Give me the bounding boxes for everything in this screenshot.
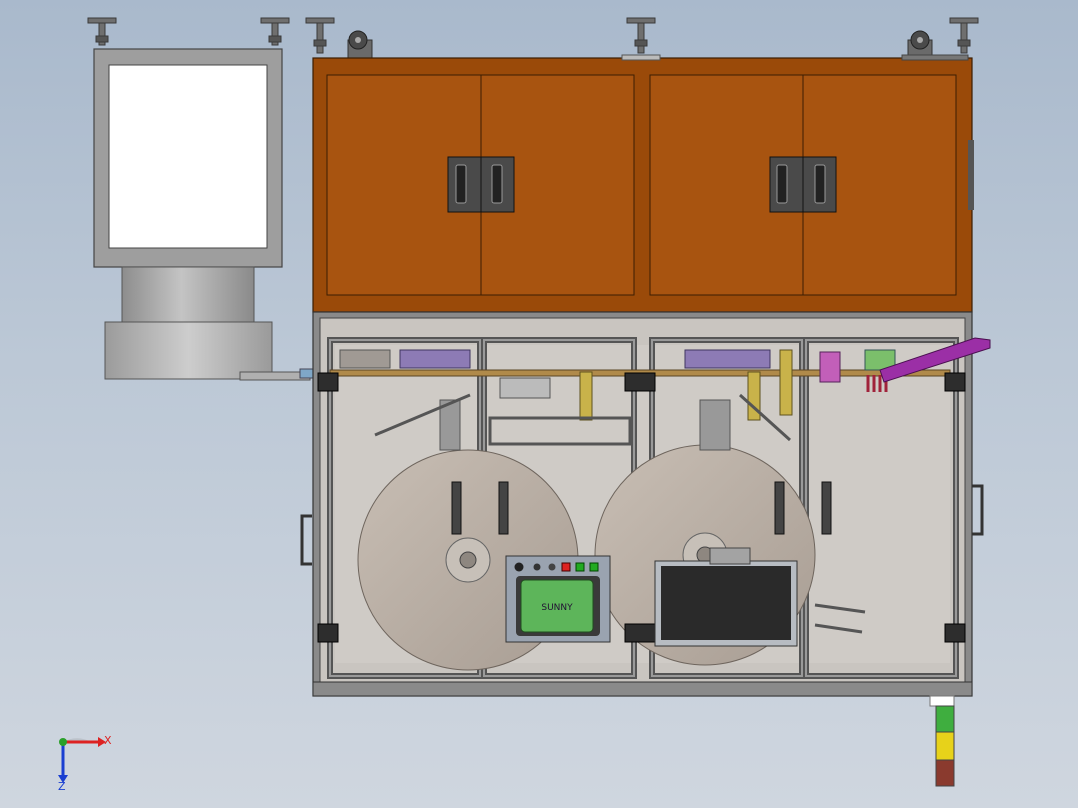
hinge-icon bbox=[624, 623, 656, 643]
upper-cabinet bbox=[312, 54, 974, 313]
start-button[interactable] bbox=[575, 562, 585, 572]
control-panel[interactable]: SUNNY bbox=[505, 555, 611, 643]
axis-triad-icon[interactable]: X Z bbox=[58, 734, 112, 793]
buzzer-icon bbox=[514, 562, 524, 572]
door-handle-icon[interactable] bbox=[447, 156, 515, 213]
leveling-foot-icon bbox=[626, 17, 656, 54]
hinge-icon bbox=[944, 372, 966, 392]
hinge-icon bbox=[317, 623, 339, 643]
touch-screen[interactable] bbox=[654, 547, 798, 647]
cad-viewport[interactable]: SUNNY X Z bbox=[0, 0, 1078, 808]
panel-brand-label: SUNNY bbox=[541, 603, 573, 613]
indicator-lamp-icon bbox=[548, 563, 556, 571]
machine-drawing: SUNNY X Z bbox=[58, 17, 991, 793]
indicator-lamp-icon bbox=[533, 563, 541, 571]
caster-icon bbox=[347, 30, 373, 59]
hinge-icon bbox=[317, 372, 339, 392]
frame-base bbox=[312, 681, 973, 697]
leveling-foot-icon bbox=[87, 17, 117, 46]
hinge-icon bbox=[944, 623, 966, 643]
axis-z-label: Z bbox=[58, 780, 66, 793]
run-button[interactable] bbox=[589, 562, 599, 572]
leveling-feet bbox=[87, 17, 979, 54]
leveling-foot-icon bbox=[949, 17, 979, 54]
axis-x-label: X bbox=[104, 734, 112, 747]
leveling-foot-icon bbox=[305, 17, 335, 54]
leveling-foot-icon bbox=[260, 17, 290, 46]
hinge-icon bbox=[624, 372, 656, 392]
stop-button[interactable] bbox=[561, 562, 571, 572]
hmi-monitor bbox=[93, 48, 283, 268]
door-handle-icon[interactable] bbox=[769, 156, 837, 213]
signal-tower bbox=[929, 695, 955, 787]
unwinder-cylinder bbox=[104, 266, 321, 381]
caster-icon bbox=[907, 30, 933, 59]
